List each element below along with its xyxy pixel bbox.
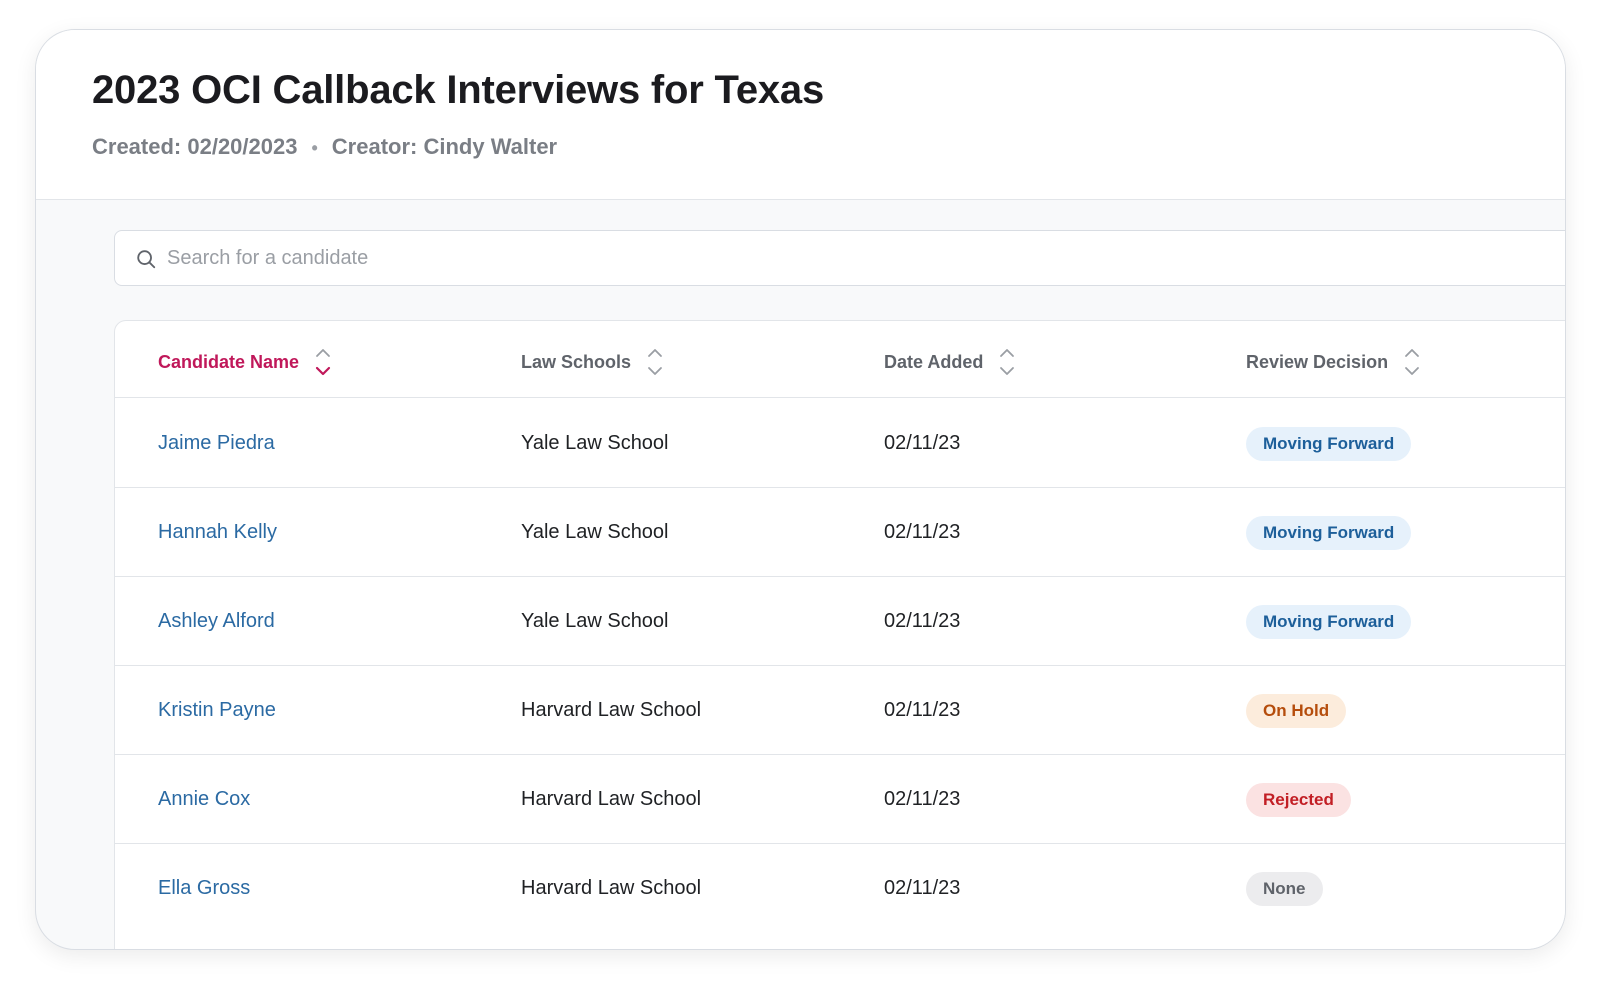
candidates-table: Candidate Name Law Schools Date Added Re… (114, 320, 1565, 949)
law-school-cell: Yale Law School (521, 432, 669, 454)
sort-icon[interactable] (999, 348, 1015, 376)
date-added-cell: 02/11/23 (884, 521, 961, 543)
sort-descending-icon[interactable] (315, 348, 331, 376)
column-label: Law Schools (521, 351, 632, 372)
status-badge: On Hold (1246, 694, 1347, 728)
table-row: Jaime Piedra Yale Law School 02/11/23 Mo… (115, 399, 1565, 488)
column-header-law-schools[interactable]: Law Schools (521, 348, 663, 376)
page-header: 2023 OCI Callback Interviews for Texas C… (36, 30, 1565, 200)
creator-name: Creator: Cindy Walter (331, 134, 558, 159)
column-header-date-added[interactable]: Date Added (884, 348, 1015, 376)
table-row: Annie Cox Harvard Law School 02/11/23 Re… (115, 755, 1565, 844)
search-input[interactable] (167, 231, 1067, 285)
created-date: Created: 02/20/2023 (92, 134, 298, 159)
table-row: Ashley Alford Yale Law School 02/11/23 M… (115, 577, 1565, 666)
column-label: Date Added (884, 351, 984, 372)
page-meta: Created: 02/20/2023 • Creator: Cindy Walte… (92, 134, 557, 160)
date-added-cell: 02/11/23 (884, 699, 961, 721)
search-icon (137, 250, 156, 269)
table-header: Candidate Name Law Schools Date Added Re… (115, 321, 1565, 398)
status-badge: None (1246, 872, 1323, 906)
candidate-name-link[interactable]: Hannah Kelly (158, 521, 277, 544)
status-badge: Moving Forward (1246, 427, 1412, 461)
date-added-cell: 02/11/23 (884, 788, 961, 810)
law-school-cell: Harvard Law School (521, 788, 702, 810)
column-header-candidate-name[interactable]: Candidate Name (158, 348, 331, 376)
candidate-name-link[interactable]: Jaime Piedra (158, 432, 275, 455)
meta-separator: • (311, 138, 318, 158)
sort-icon[interactable] (1404, 348, 1420, 376)
list-card: 2023 OCI Callback Interviews for Texas C… (35, 29, 1566, 950)
column-label: Candidate Name (158, 351, 300, 372)
column-label: Review Decision (1246, 351, 1389, 372)
table-row: Hannah Kelly Yale Law School 02/11/23 Mo… (115, 488, 1565, 577)
candidate-name-link[interactable]: Kristin Payne (158, 699, 276, 722)
law-school-cell: Harvard Law School (521, 699, 702, 721)
date-added-cell: 02/11/23 (884, 877, 961, 899)
search-box[interactable] (114, 230, 1565, 286)
date-added-cell: 02/11/23 (884, 432, 961, 454)
sort-icon[interactable] (647, 348, 663, 376)
candidate-name-link[interactable]: Ella Gross (158, 877, 250, 900)
candidate-name-link[interactable]: Ashley Alford (158, 610, 275, 633)
page-title: 2023 OCI Callback Interviews for Texas (92, 68, 825, 112)
status-badge: Moving Forward (1246, 605, 1412, 639)
status-badge: Rejected (1246, 783, 1351, 817)
column-header-review-decision[interactable]: Review Decision (1246, 348, 1420, 376)
law-school-cell: Harvard Law School (521, 877, 702, 899)
table-row: Kristin Payne Harvard Law School 02/11/2… (115, 666, 1565, 755)
law-school-cell: Yale Law School (521, 521, 669, 543)
table-row: Ella Gross Harvard Law School 02/11/23 N… (115, 844, 1565, 933)
law-school-cell: Yale Law School (521, 610, 669, 632)
date-added-cell: 02/11/23 (884, 610, 961, 632)
status-badge: Moving Forward (1246, 516, 1412, 550)
candidate-name-link[interactable]: Annie Cox (158, 788, 250, 811)
